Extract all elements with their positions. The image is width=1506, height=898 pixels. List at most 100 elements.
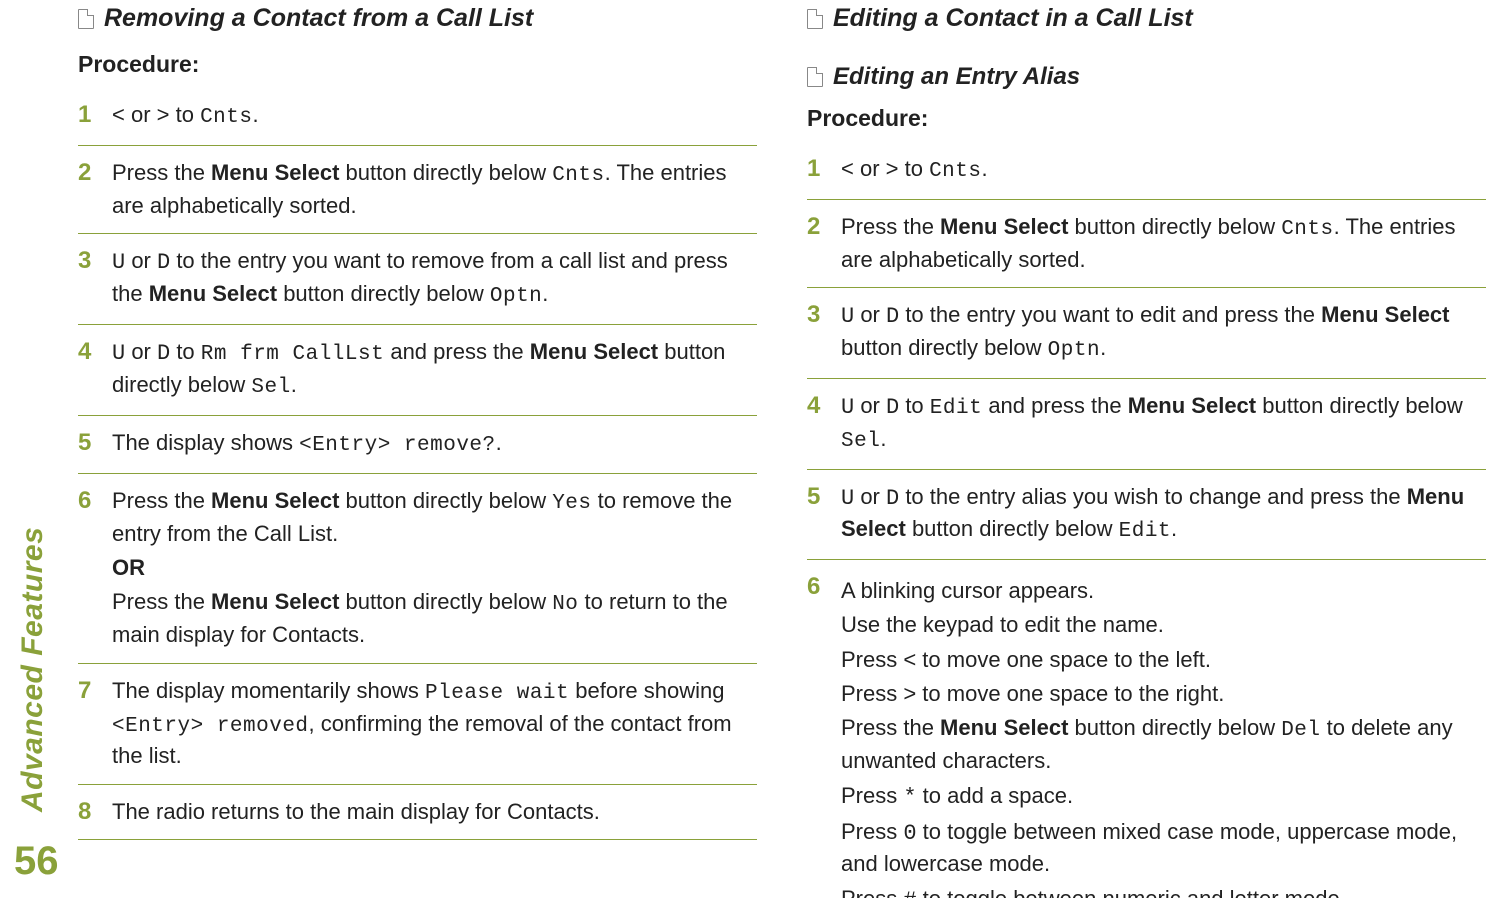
step-text: button directly below [339,160,552,185]
list-item: The radio returns to the main display fo… [78,785,757,840]
left-steps: < or > to Cnts. Press the Menu Select bu… [78,88,757,840]
list-item: < or > to Cnts. [78,88,757,146]
document-icon [807,9,823,29]
list-item: U or D to the entry you want to edit and… [807,288,1486,378]
step-text: . [981,156,987,181]
step-text: Press [841,783,903,808]
step-text: Press [841,886,903,898]
right-subtitle: Editing an Entry Alias [807,63,1486,91]
list-item: The display shows <Entry> remove?. [78,416,757,474]
step-text: button directly below [841,335,1048,360]
list-item: U or D to the entry alias you wish to ch… [807,470,1486,560]
step-text: to toggle between mixed case mode, upper… [841,819,1457,876]
step-text: Press the [841,715,940,740]
step-text: . [496,430,502,455]
side-section-label: Advanced Features [16,527,50,812]
step-text: Press the [112,160,211,185]
document-icon [807,67,823,87]
list-item: Press the Menu Select button directly be… [78,146,757,234]
key-glyph: D [157,250,170,275]
step-text: Press the [112,488,211,513]
right-steps: < or > to Cnts. Press the Menu Select bu… [807,142,1486,898]
step-text: and press the [982,393,1128,418]
bold-text: Menu Select [211,488,339,513]
bold-text: OR [112,555,145,580]
mono-text: Cnts [200,106,252,129]
key-glyph: U [841,395,854,420]
bold-text: Menu Select [530,339,658,364]
step-text: and press the [384,339,530,364]
step-text: Press > to move one space to the right. [841,679,1486,709]
mono-text: Edit [930,397,982,420]
mono-text: <Entry> remove? [299,434,496,457]
bold-text: Menu Select [211,160,339,185]
step-text: . [291,372,297,397]
right-subtitle-text: Editing an Entry Alias [833,63,1080,91]
step-text: Press < to move one space to the left. [841,645,1486,675]
mono-text: <Entry> removed [112,715,309,738]
step-text: . [880,426,886,451]
key-glyph: D [886,304,899,329]
key-glyph: U [841,486,854,511]
list-item: U or D to Edit and press the Menu Select… [807,379,1486,470]
mono-text: Optn [1048,339,1100,362]
mono-text: Cnts [929,160,981,183]
left-title-text: Removing a Contact from a Call List [104,4,533,33]
bold-text: Menu Select [1128,393,1256,418]
bold-text: Menu Select [940,214,1068,239]
step-text: . [1171,516,1177,541]
mono-text: Del [1281,719,1320,742]
mono-text: Cnts [1281,218,1333,241]
mono-text: Optn [490,285,542,308]
step-text: to the entry you want to edit and press … [899,302,1321,327]
step-text: Press the [841,214,940,239]
left-column: Removing a Contact from a Call List Proc… [78,0,757,898]
step-text: to add a space. [917,783,1074,808]
list-item: U or D to the entry you want to remove f… [78,234,757,324]
mono-text: Cnts [552,164,604,187]
step-text: A blinking cursor appears. [841,576,1486,606]
step-text: button directly below [1256,393,1463,418]
right-title-text: Editing a Contact in a Call List [833,4,1193,33]
list-item: < or > to Cnts. [807,142,1486,200]
list-item: Press the Menu Select button directly be… [807,200,1486,288]
step-text: button directly below [277,281,490,306]
content-columns: Removing a Contact from a Call List Proc… [78,0,1486,898]
side-rail: Advanced Features 56 [8,24,68,884]
step-text: to [170,339,201,364]
key-glyph: U [112,341,125,366]
right-title: Editing a Contact in a Call List [807,4,1486,33]
document-icon [78,9,94,29]
mono-text: Sel [841,430,880,453]
step-text: Use the keypad to edit the name. [841,610,1486,640]
key-glyph: D [157,341,170,366]
step-text: < or > to [112,102,200,127]
left-title: Removing a Contact from a Call List [78,4,757,33]
list-item: The display momentarily shows Please wai… [78,664,757,785]
right-column: Editing a Contact in a Call List Editing… [807,0,1486,898]
step-text: to toggle between numeric and letter mod… [917,886,1346,898]
step-text: or [854,484,886,509]
key-glyph: 0 [903,821,916,846]
list-item: U or D to Rm frm CallLst and press the M… [78,325,757,416]
step-text: . [252,102,258,127]
list-item: A blinking cursor appears. Use the keypa… [807,560,1486,898]
bold-text: Menu Select [1321,302,1449,327]
key-glyph: U [841,304,854,329]
page-root: Advanced Features 56 Removing a Contact … [0,0,1506,898]
right-procedure-label: Procedure: [807,105,1486,132]
step-text: button directly below [1068,214,1281,239]
step-text: button directly below [339,488,552,513]
step-text: to [899,393,930,418]
mono-text: Sel [251,376,290,399]
step-text: Press the [112,589,211,614]
key-glyph: D [886,486,899,511]
bold-text: Menu Select [149,281,277,306]
step-text: to the entry alias you wish to change an… [899,484,1407,509]
list-item: Press the Menu Select button directly be… [78,474,757,664]
mono-text: Yes [552,492,591,515]
key-glyph: # [903,888,916,898]
step-text: The display momentarily shows [112,678,425,703]
mono-text: Please wait [425,682,569,705]
step-text: . [1100,335,1106,360]
